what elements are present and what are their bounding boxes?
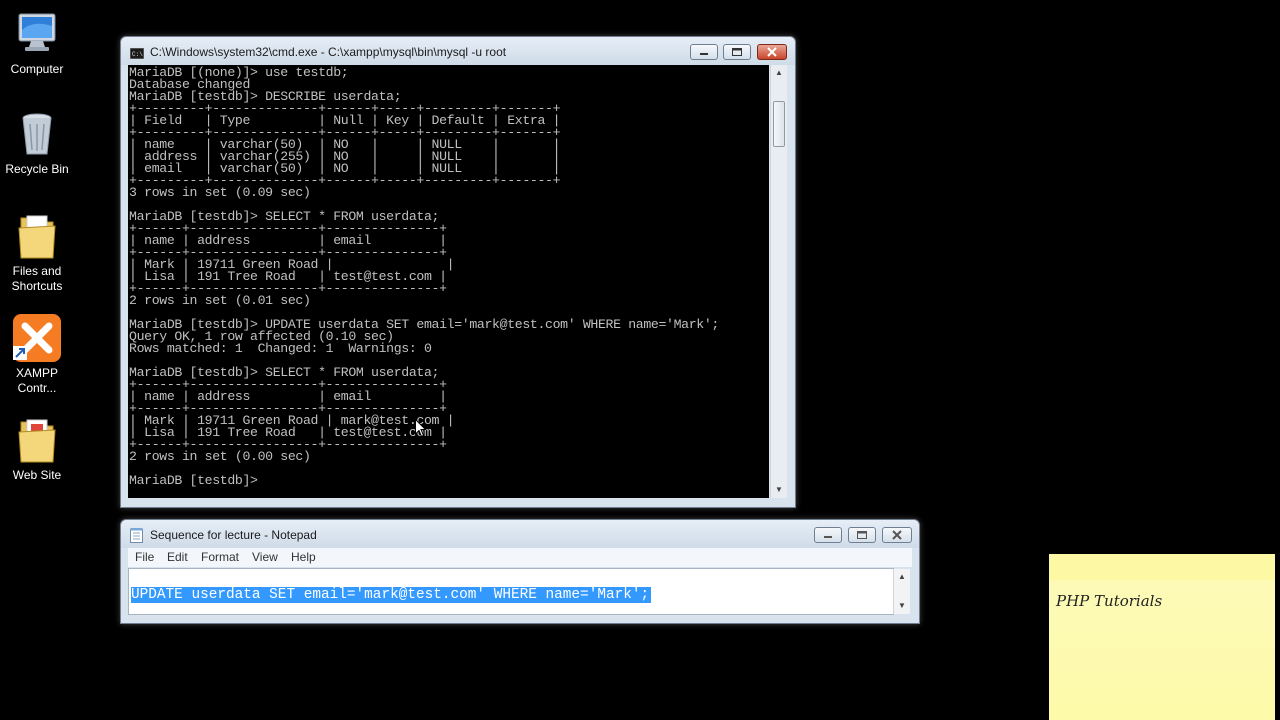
cmd-icon: C:\ — [129, 46, 145, 60]
notepad-window[interactable]: Sequence for lecture - Notepad File Edit… — [120, 519, 920, 624]
desktop-icon-label: XAMPP — [15, 366, 58, 380]
scroll-up-icon[interactable]: ▲ — [771, 65, 787, 81]
svg-text:C:\: C:\ — [132, 51, 143, 58]
desktop-icon-recycle-bin[interactable]: Recycle Bin — [4, 110, 70, 177]
menu-format[interactable]: Format — [201, 550, 239, 564]
computer-icon — [13, 10, 61, 58]
notepad-titlebar[interactable]: Sequence for lecture - Notepad — [121, 520, 919, 548]
selected-text: UPDATE userdata SET email='mark@test.com… — [131, 587, 652, 603]
cmd-title: C:\Windows\system32\cmd.exe - C:\xampp\m… — [150, 45, 507, 59]
desktop-icon-computer[interactable]: Computer — [4, 10, 70, 77]
console-line: MariaDB [testdb]> — [129, 473, 258, 488]
desktop-icon-label: Shortcuts — [11, 279, 63, 293]
scroll-down-icon[interactable]: ▼ — [894, 598, 910, 614]
maximize-icon — [732, 48, 742, 56]
menu-view[interactable]: View — [252, 550, 278, 564]
desktop-icon-label: Web Site — [12, 468, 62, 482]
scroll-thumb[interactable] — [773, 101, 785, 147]
cmd-window[interactable]: C:\ C:\Windows\system32\cmd.exe - C:\xam… — [120, 36, 796, 508]
menu-help[interactable]: Help — [291, 550, 316, 564]
close-button[interactable] — [882, 527, 912, 543]
cmd-titlebar[interactable]: C:\ C:\Windows\system32\cmd.exe - C:\xam… — [121, 37, 795, 65]
notepad-editor[interactable]: UPDATE userdata SET email='mark@test.com… — [128, 568, 910, 615]
desktop-icon-label: Recycle Bin — [5, 162, 69, 176]
desktop-icon-label: Files and — [12, 264, 62, 278]
folder-icon — [13, 212, 61, 260]
console-text: MariaDB [(none)]> use testdb; Database ch… — [128, 65, 769, 487]
console-line: 2 rows in set (0.01 sec) — [129, 293, 311, 308]
xampp-icon — [13, 314, 61, 362]
desktop-icon-xampp[interactable]: XAMPP Contr... — [4, 314, 70, 396]
close-icon — [767, 47, 777, 57]
maximize-button[interactable] — [848, 527, 876, 543]
minimize-button[interactable] — [690, 44, 718, 60]
sticky-note[interactable]: PHP Tutorials — [1049, 554, 1275, 720]
recycle-bin-icon — [13, 110, 61, 158]
scroll-up-icon[interactable]: ▲ — [894, 569, 910, 585]
sticky-note-text: PHP Tutorials — [1056, 592, 1163, 610]
close-icon — [892, 530, 902, 540]
console-scrollbar[interactable]: ▲ ▼ — [770, 65, 787, 498]
scroll-down-icon[interactable]: ▼ — [771, 482, 787, 498]
console-line: Rows matched: 1 Changed: 1 Warnings: 0 — [129, 341, 432, 356]
menu-file[interactable]: File — [135, 550, 154, 564]
minimize-button[interactable] — [814, 527, 842, 543]
notepad-icon — [130, 528, 144, 543]
desktop-icon-files-and-shortcuts[interactable]: Files and Shortcuts — [4, 212, 70, 294]
desktop-icon-label: Computer — [10, 62, 64, 76]
maximize-icon — [857, 531, 867, 539]
mouse-cursor-icon — [415, 418, 427, 438]
close-button[interactable] — [757, 44, 787, 60]
notepad-menubar: File Edit Format View Help — [128, 548, 912, 567]
minimize-icon — [824, 536, 832, 538]
maximize-button[interactable] — [723, 44, 751, 60]
notepad-title: Sequence for lecture - Notepad — [150, 528, 317, 542]
desktop-icon-web-site[interactable]: Web Site — [4, 416, 70, 483]
folder-icon — [13, 416, 61, 464]
console-output[interactable]: MariaDB [(none)]> use testdb; Database ch… — [128, 65, 769, 498]
notepad-scrollbar[interactable]: ▲ ▼ — [893, 569, 910, 614]
menu-edit[interactable]: Edit — [167, 550, 188, 564]
console-line: 2 rows in set (0.00 sec) — [129, 449, 311, 464]
desktop-icon-label: Contr... — [17, 381, 57, 395]
console-line: 3 rows in set (0.09 sec) — [129, 185, 311, 200]
minimize-icon — [700, 53, 708, 55]
